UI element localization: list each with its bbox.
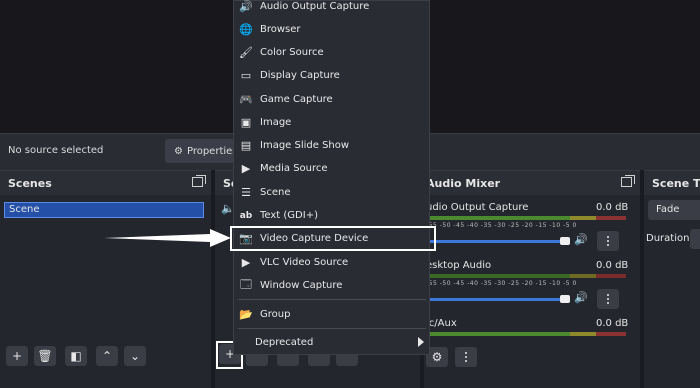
add-scene-button[interactable]: + — [6, 346, 28, 366]
add-source-menu: 🔊 Audio Output Capture 🌐 Browser 🖌 Color So… — [233, 0, 430, 355]
volume-slider-handle[interactable] — [560, 237, 570, 245]
window-icon: 🗔 — [240, 278, 252, 291]
menu-item-deprecated[interactable]: Deprecated — [234, 331, 429, 354]
undock-icon[interactable] — [192, 175, 206, 187]
meter-ticks: -55 -50 -45 -40 -35 -30 -25 -20 -15 -10 … — [426, 280, 577, 287]
globe-icon: 🌐 — [239, 23, 253, 36]
menu-item-browser[interactable]: 🌐 Browser — [234, 18, 429, 41]
plus-icon: + — [11, 349, 23, 363]
list-icon: ☰ — [241, 186, 251, 199]
volume-meter-warn — [570, 274, 596, 278]
trash-icon: 🗑 — [37, 349, 53, 363]
menu-item-scene[interactable]: ☰ Scene — [234, 181, 429, 204]
menu-item-display-capture[interactable]: ▭ Display Capture — [234, 64, 429, 87]
volume-meter — [426, 332, 570, 336]
menu-item-image[interactable]: ▣ Image — [234, 111, 429, 134]
filter-icon: ◧ — [70, 349, 82, 363]
channel-name: esktop Audio — [426, 260, 492, 271]
play-icon: ▶ — [241, 162, 251, 175]
menu-separator — [238, 299, 426, 300]
slideshow-icon: ▤ — [240, 139, 252, 152]
menu-item-vlc-video-source[interactable]: ▶ VLC Video Source — [234, 251, 429, 274]
volume-slider[interactable] — [426, 240, 562, 243]
menu-item-color-source[interactable]: 🖌 Color Source — [234, 41, 429, 64]
image-icon: ▣ — [240, 116, 252, 129]
scenes-title: Scenes — [0, 171, 211, 195]
gear-icon: ⚙ — [431, 350, 443, 364]
volume-meter — [426, 216, 570, 220]
highlight-box — [230, 226, 436, 251]
move-scene-down-button[interactable]: ⌄ — [124, 346, 146, 366]
remove-scene-button[interactable]: 🗑 — [34, 346, 56, 366]
play-icon: ▶ — [241, 256, 251, 269]
undock-icon[interactable] — [621, 175, 635, 187]
menu-item-group[interactable]: 📂 Group — [234, 303, 429, 326]
duration-label: Duration — [646, 233, 690, 244]
scene-filters-button[interactable]: ◧ — [65, 346, 87, 366]
channel-name: ic/Aux — [426, 318, 457, 329]
menu-item-audio-output-capture[interactable]: 🔊 Audio Output Capture — [234, 0, 429, 18]
scene-list-item[interactable]: Scene — [4, 202, 204, 218]
transition-select[interactable]: Fade — [648, 200, 700, 220]
channel-db: 0.0 dB — [596, 260, 629, 271]
menu-item-window-capture[interactable]: 🗔 Window Capture — [234, 274, 429, 297]
volume-meter-peak — [596, 332, 626, 336]
volume-meter-peak — [596, 216, 626, 220]
speaker-icon[interactable]: 🔊 — [574, 233, 588, 246]
scene-transitions-title: Scene Tra — [644, 171, 700, 195]
volume-meter-warn — [570, 332, 596, 336]
chevron-up-icon: ⌃ — [101, 349, 113, 363]
menu-separator — [238, 328, 426, 329]
monitor-icon: ▭ — [240, 69, 252, 82]
mixer-menu-button[interactable] — [455, 347, 477, 367]
volume-slider-handle[interactable] — [560, 295, 570, 303]
folder-icon: 📂 — [239, 308, 253, 321]
gear-icon: ⚙ — [174, 145, 183, 157]
volume-meter — [426, 274, 570, 278]
brush-icon: 🖌 — [239, 46, 253, 59]
text-icon: ab — [239, 210, 253, 221]
properties-button[interactable]: ⚙ Properties — [165, 139, 238, 163]
channel-name: udio Output Capture — [426, 202, 529, 213]
chevron-down-icon: ⌄ — [129, 349, 141, 363]
audio-mixer-dock: Audio Mixer udio Output Capture 0.0 dB -… — [424, 170, 640, 388]
move-scene-up-button[interactable]: ⌃ — [96, 346, 118, 366]
meter-ticks: -55 -50 -45 -40 -35 -30 -25 -20 -15 -10 … — [426, 222, 577, 229]
pointer-arrow — [104, 229, 231, 247]
volume-meter-warn — [570, 216, 596, 220]
audio-mixer-title: Audio Mixer — [424, 171, 640, 195]
no-source-label: No source selected — [8, 145, 104, 156]
volume-meter-peak — [596, 274, 626, 278]
volume-slider[interactable] — [426, 298, 562, 301]
channel-menu-button[interactable] — [597, 231, 619, 251]
speaker-icon: 🔊 — [239, 0, 253, 13]
menu-item-image-slide-show[interactable]: ▤ Image Slide Show — [234, 134, 429, 157]
menu-item-text-gdi[interactable]: ab Text (GDI+) — [234, 204, 429, 227]
duration-input[interactable] — [690, 229, 700, 249]
channel-db: 0.0 dB — [596, 318, 629, 329]
speaker-icon[interactable]: 🔊 — [574, 291, 588, 304]
channel-menu-button[interactable] — [597, 289, 619, 309]
chevron-right-icon — [418, 337, 424, 347]
properties-label: Properties — [186, 145, 238, 157]
menu-item-game-capture[interactable]: 🎮 Game Capture — [234, 88, 429, 111]
scene-transitions-dock: Scene Tra Fade Duration — [644, 170, 700, 388]
channel-db: 0.0 dB — [596, 202, 629, 213]
gamepad-icon: 🎮 — [239, 93, 253, 106]
menu-item-media-source[interactable]: ▶ Media Source — [234, 157, 429, 180]
